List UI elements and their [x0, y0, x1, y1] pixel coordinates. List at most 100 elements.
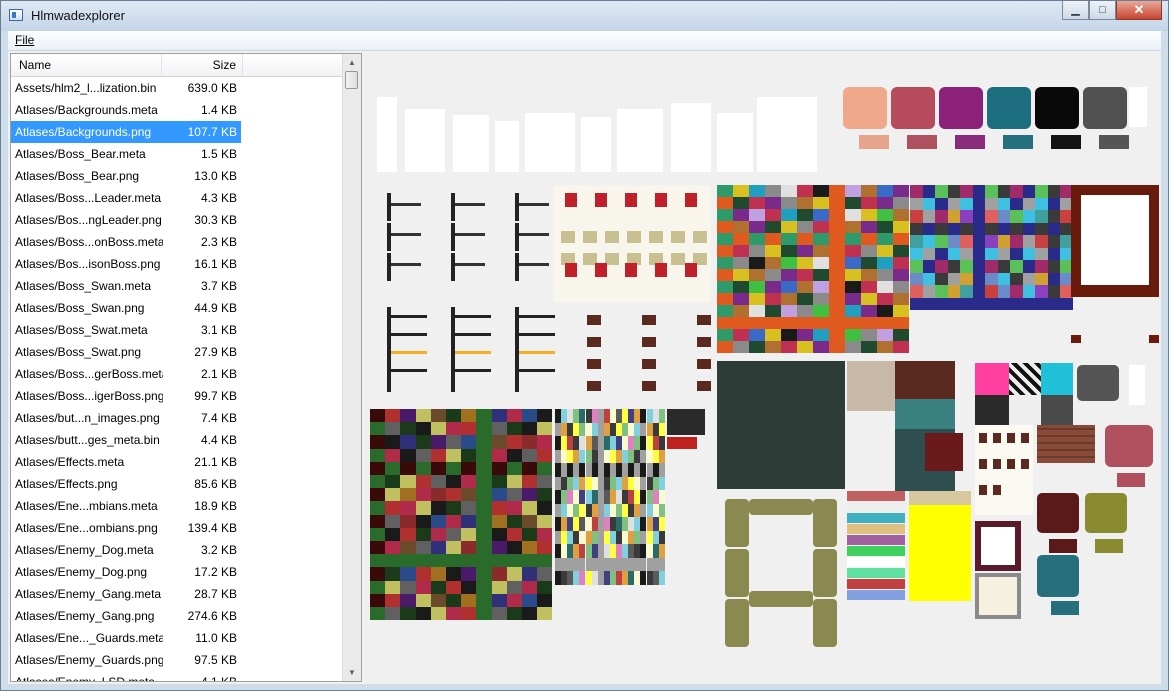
client-area: Name Size Assets/hlm2_l...lization.bin 63…	[8, 51, 1161, 684]
list-item[interactable]: Atlases/Effects.png 85.6 KB	[11, 473, 343, 495]
atlas-sprite	[733, 269, 749, 281]
atlas-sprite	[697, 337, 711, 347]
file-name: Atlases/Enemy_Gang.meta	[15, 587, 162, 601]
list-item[interactable]: Atlases/Enemy_Gang.png 274.6 KB	[11, 605, 343, 627]
atlas-sprite	[997, 260, 1010, 273]
atlas-sprite	[415, 461, 431, 475]
list-item[interactable]: Atlases/Enemy_Gang.meta 28.7 KB	[11, 583, 343, 605]
atlas-sprite	[847, 491, 905, 501]
file-name: Atlases/Ene..._Guards.meta	[15, 631, 163, 645]
list-item[interactable]: Atlases/Boss_Swan.meta 3.7 KB	[11, 275, 343, 297]
list-item[interactable]: Atlases/Backgrounds.png 107.7 KB	[11, 121, 241, 143]
atlas-sprite	[1010, 222, 1023, 235]
file-name: Atlases/Boss_Swat.meta	[15, 323, 148, 337]
atlas-sprite	[797, 185, 813, 197]
atlas-sprite	[910, 185, 923, 198]
atlas-sprite	[1022, 260, 1035, 273]
atlas-sprite	[565, 263, 577, 277]
column-header-name[interactable]: Name	[19, 58, 51, 72]
atlas-sprite	[733, 329, 749, 341]
list-item[interactable]: Assets/hlm2_l...lization.bin 639.0 KB	[11, 77, 343, 99]
list-item[interactable]: Atlases/Ene...mbians.meta 18.9 KB	[11, 495, 343, 517]
atlas-sprite	[972, 210, 985, 223]
list-item[interactable]: Atlases/Boss_Swan.png 44.9 KB	[11, 297, 343, 319]
atlas-sprite	[845, 221, 861, 233]
atlas-sprite	[415, 593, 431, 607]
atlas-sprite	[910, 260, 923, 273]
file-size: 17.2 KB	[194, 565, 237, 579]
atlas-sprite	[910, 210, 923, 223]
atlas-sprite	[1035, 247, 1048, 260]
maximize-button[interactable]: □	[1089, 1, 1116, 20]
atlas-sprite	[415, 541, 431, 555]
list-item[interactable]: Atlases/Enemy_LSD.meta 4.1 KB	[11, 671, 343, 682]
atlas-sprite	[985, 247, 998, 260]
scroll-up-arrow-icon[interactable]: ▲	[343, 54, 361, 71]
scroll-down-arrow-icon[interactable]: ▼	[343, 664, 361, 681]
file-size: 274.6 KB	[187, 609, 237, 623]
list-item[interactable]: Atlases/Boss...Leader.meta 4.3 KB	[11, 187, 343, 209]
atlas-sprite	[749, 305, 765, 317]
atlas-sprite	[537, 435, 553, 449]
list-item[interactable]: Atlases/Boss_Swat.png 27.9 KB	[11, 341, 343, 363]
atlas-sprite	[717, 221, 733, 233]
list-item[interactable]: Atlases/Ene...ombians.png 139.4 KB	[11, 517, 343, 539]
column-divider[interactable]	[242, 54, 243, 76]
atlas-sprite	[847, 568, 905, 578]
vertical-scrollbar[interactable]: ▲ ▼	[342, 54, 361, 681]
minimize-button[interactable]: ▁	[1062, 1, 1089, 20]
atlas-sprite	[797, 257, 813, 269]
atlas-sprite	[476, 593, 492, 607]
file-name: Atlases/Bos...ngLeader.png	[15, 213, 162, 227]
list-item[interactable]: Atlases/Ene..._Guards.meta 11.0 KB	[11, 627, 343, 649]
title-bar[interactable]: Hlmwadexplorer ▁ □ ✕	[1, 1, 1168, 31]
atlas-sprite	[658, 530, 665, 544]
atlas-sprite	[935, 185, 948, 198]
atlas-sprite	[847, 579, 905, 589]
atlas-sprite	[400, 593, 416, 607]
atlas-sprite	[370, 541, 386, 555]
atlas-sprite	[979, 577, 1017, 615]
atlas-sprite	[749, 269, 765, 281]
close-button[interactable]: ✕	[1116, 1, 1162, 20]
atlas-sprite	[1003, 135, 1033, 149]
atlas-sprite	[749, 221, 765, 233]
atlas-sprite	[893, 233, 909, 245]
file-size: 4.1 KB	[200, 675, 237, 682]
list-item[interactable]: Atlases/Boss...onBoss.meta 2.3 KB	[11, 231, 343, 253]
list-item[interactable]: Atlases/Boss_Swat.meta 3.1 KB	[11, 319, 343, 341]
menu-file[interactable]: File	[15, 33, 34, 47]
atlas-sprite	[387, 307, 391, 392]
list-item[interactable]: Atlases/Boss_Bear.png 13.0 KB	[11, 165, 343, 187]
atlas-sprite	[446, 514, 462, 528]
atlas-sprite	[845, 257, 861, 269]
list-item[interactable]: Atlases/Enemy_Dog.png 17.2 KB	[11, 561, 343, 583]
list-item[interactable]: Atlases/Backgrounds.meta 1.4 KB	[11, 99, 343, 121]
list-item[interactable]: Atlases/Boss_Bear.meta 1.5 KB	[11, 143, 343, 165]
atlas-sprite	[922, 197, 935, 210]
atlas-sprite	[430, 501, 446, 515]
atlas-sprite	[847, 546, 905, 556]
atlas-sprite	[847, 361, 895, 411]
list-item[interactable]: Atlases/butt...ges_meta.bin 4.4 KB	[11, 429, 343, 451]
atlas-sprite	[813, 233, 829, 245]
atlas-sprite	[476, 514, 492, 528]
atlas-sprite	[671, 253, 685, 265]
list-item[interactable]: Atlases/Boss...gerBoss.meta 2.1 KB	[11, 363, 343, 385]
atlas-sprite	[893, 245, 909, 257]
list-item[interactable]: Atlases/Enemy_Guards.png 97.5 KB	[11, 649, 343, 671]
list-item[interactable]: Atlases/Bos...ngLeader.png 30.3 KB	[11, 209, 343, 231]
list-item[interactable]: Atlases/Bos...isonBoss.png 16.1 KB	[11, 253, 343, 275]
atlas-sprite	[476, 567, 492, 581]
scroll-thumb[interactable]	[345, 71, 358, 89]
list-item[interactable]: Atlases/Enemy_Dog.meta 3.2 KB	[11, 539, 343, 561]
atlas-sprite	[765, 209, 781, 221]
list-item[interactable]: Atlases/but...n_images.png 7.4 KB	[11, 407, 343, 429]
column-header-size[interactable]: Size	[161, 58, 236, 72]
list-item[interactable]: Atlases/Effects.meta 21.1 KB	[11, 451, 343, 473]
atlas-sprite	[671, 103, 711, 172]
atlas-sprite	[391, 263, 421, 266]
atlas-sprite	[910, 222, 923, 235]
file-list[interactable]: Name Size Assets/hlm2_l...lization.bin 63…	[10, 53, 362, 682]
list-item[interactable]: Atlases/Boss...igerBoss.png 99.7 KB	[11, 385, 343, 407]
